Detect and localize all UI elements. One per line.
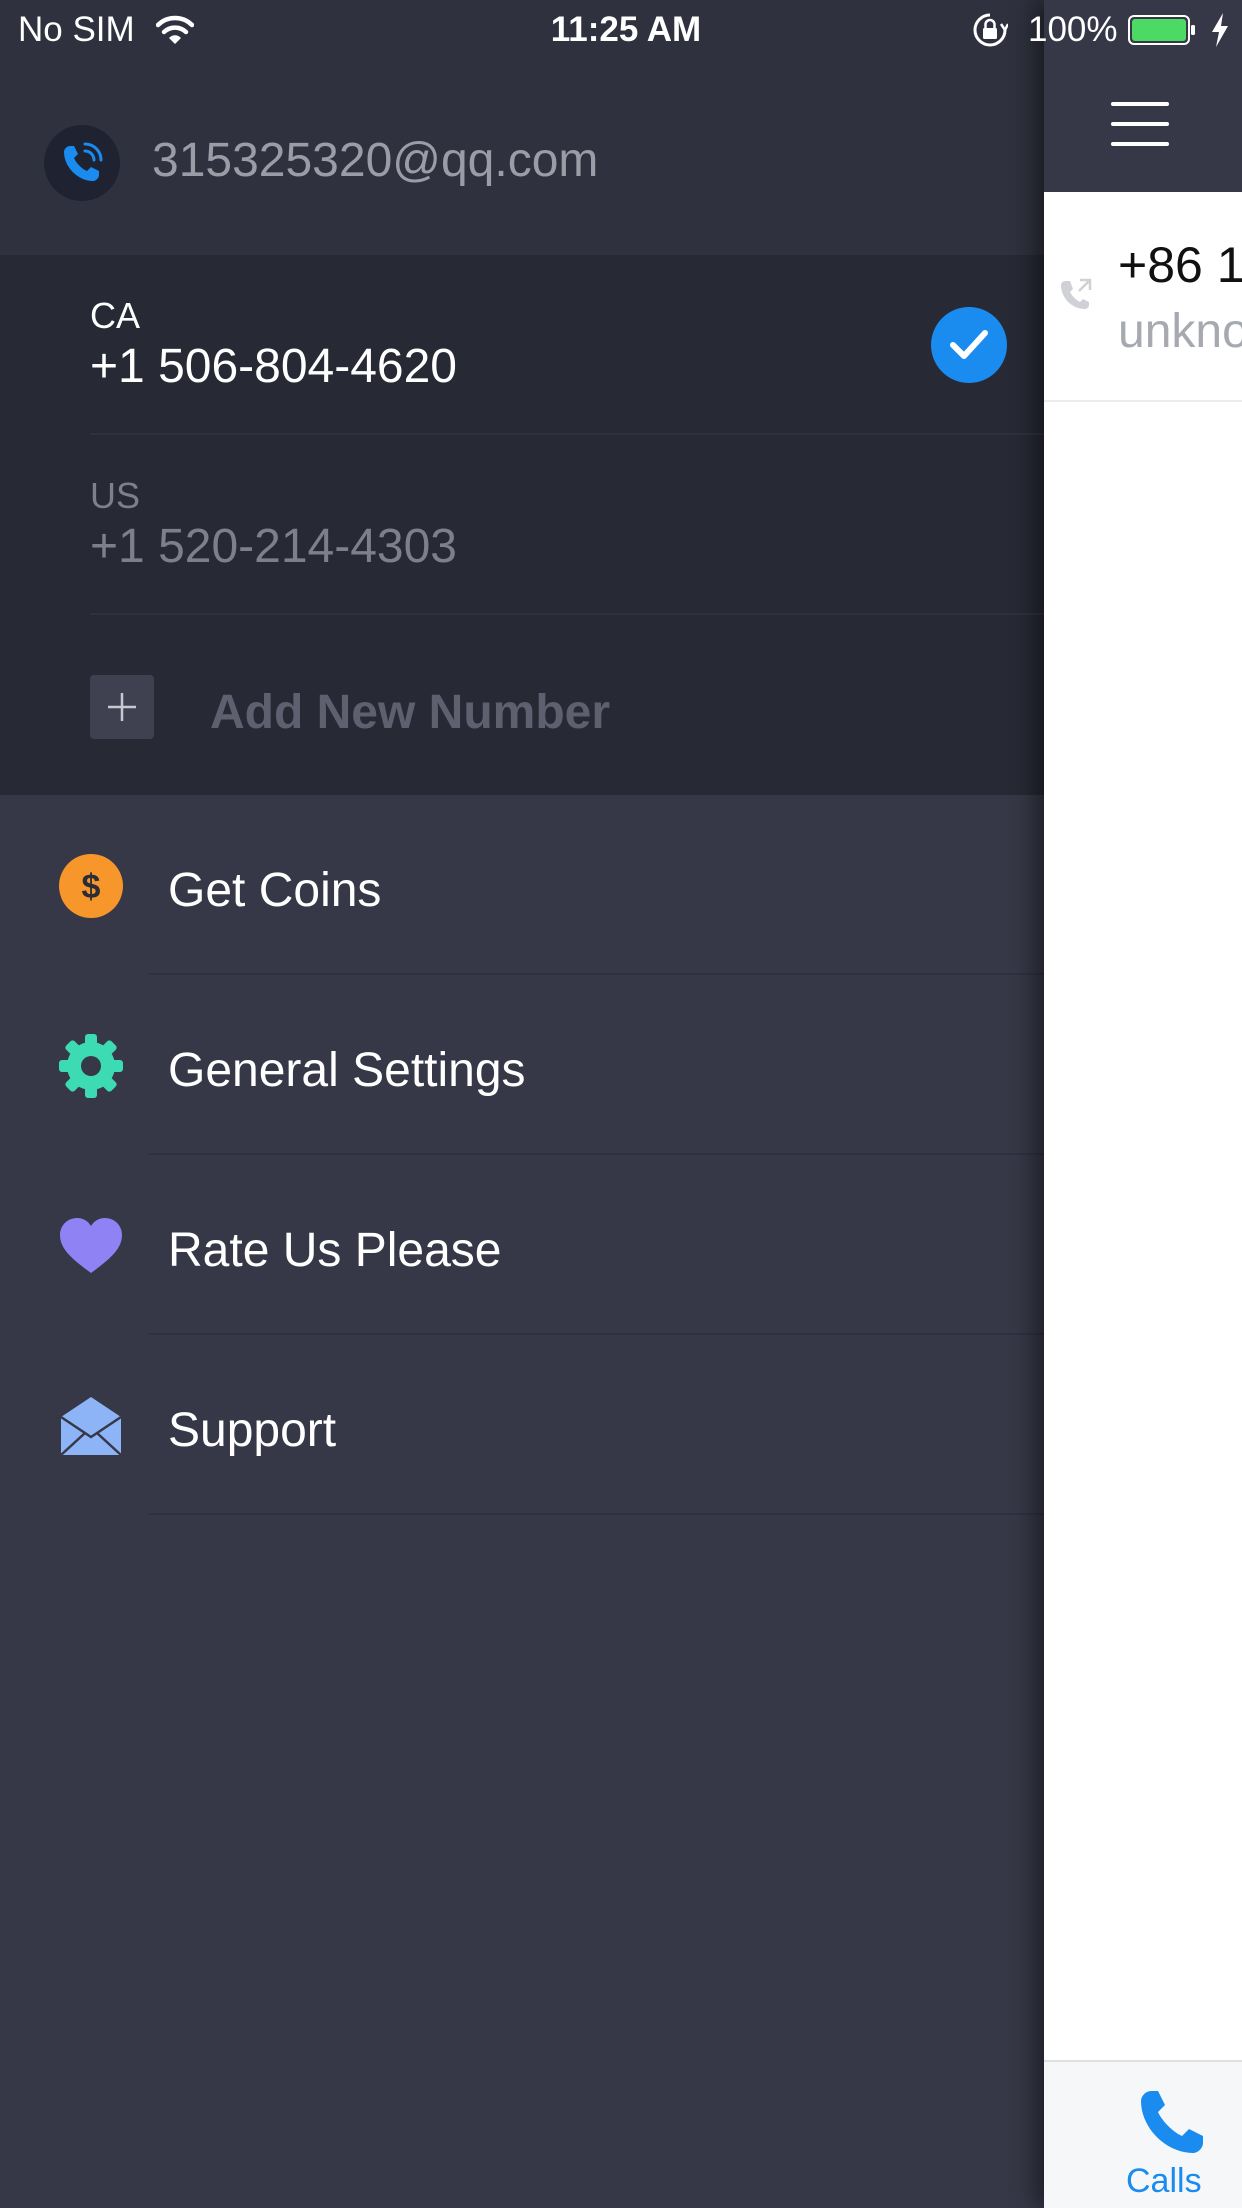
orientation-lock-icon: [973, 13, 1008, 47]
main-panel[interactable]: +86 1 unkno Calls: [1044, 0, 1242, 2208]
menu-label: Get Coins: [168, 864, 382, 917]
battery-icon: [1128, 15, 1195, 45]
coin-icon: $: [59, 854, 123, 918]
phone-numbers-list: CA +1 506-804-4620 US +1 520-214-4303 Ad…: [0, 255, 1044, 795]
envelope-icon: [60, 1397, 122, 1456]
menu-label: Support: [168, 1404, 337, 1457]
number-country: CA: [90, 295, 141, 336]
gear-icon: [59, 1034, 123, 1098]
status-bar: No SIM 11:25 AM 100%: [0, 0, 1242, 62]
call-number: +86 1: [1118, 237, 1242, 293]
battery-percent: 100%: [1028, 10, 1118, 49]
menu-item-general-settings[interactable]: General Settings: [0, 975, 1044, 1155]
menu-label: Rate Us Please: [168, 1224, 502, 1277]
number-country: US: [90, 475, 141, 516]
number-value: +1 520-214-4303: [90, 520, 457, 573]
hamburger-menu-icon[interactable]: [1111, 102, 1169, 146]
add-new-number-button[interactable]: Add New Number: [0, 615, 1044, 795]
side-drawer: 315325320@qq.com CA +1 506-804-4620 US +…: [0, 0, 1044, 2208]
menu-item-support[interactable]: Support: [0, 1335, 1044, 1515]
outgoing-call-icon: [1061, 278, 1092, 309]
menu-item-get-coins[interactable]: $ Get Coins: [0, 795, 1044, 975]
heart-icon: [60, 1218, 122, 1273]
number-row-us[interactable]: US +1 520-214-4303: [0, 435, 1044, 615]
selected-check-icon: [931, 307, 1007, 383]
call-subtitle: unkno: [1118, 305, 1242, 358]
svg-text:$: $: [82, 868, 101, 906]
divider: [148, 1513, 1044, 1515]
number-value: +1 506-804-4620: [90, 340, 457, 393]
recent-call-row[interactable]: +86 1 unkno: [1044, 192, 1242, 402]
avatar: [44, 125, 120, 201]
account-email: 315325320@qq.com: [152, 134, 599, 187]
add-new-number-label: Add New Number: [210, 686, 611, 739]
tab-bar: Calls: [1044, 2060, 1242, 2208]
number-row-ca[interactable]: CA +1 506-804-4620: [0, 255, 1044, 435]
menu-item-rate-us[interactable]: Rate Us Please: [0, 1155, 1044, 1335]
phone-call-icon: [64, 142, 103, 181]
tab-label: Calls: [1126, 2162, 1202, 2200]
charging-bolt-icon: [1212, 13, 1228, 47]
menu-label: General Settings: [168, 1044, 526, 1097]
phone-icon: [1141, 2091, 1203, 2153]
plus-icon: [90, 675, 154, 739]
